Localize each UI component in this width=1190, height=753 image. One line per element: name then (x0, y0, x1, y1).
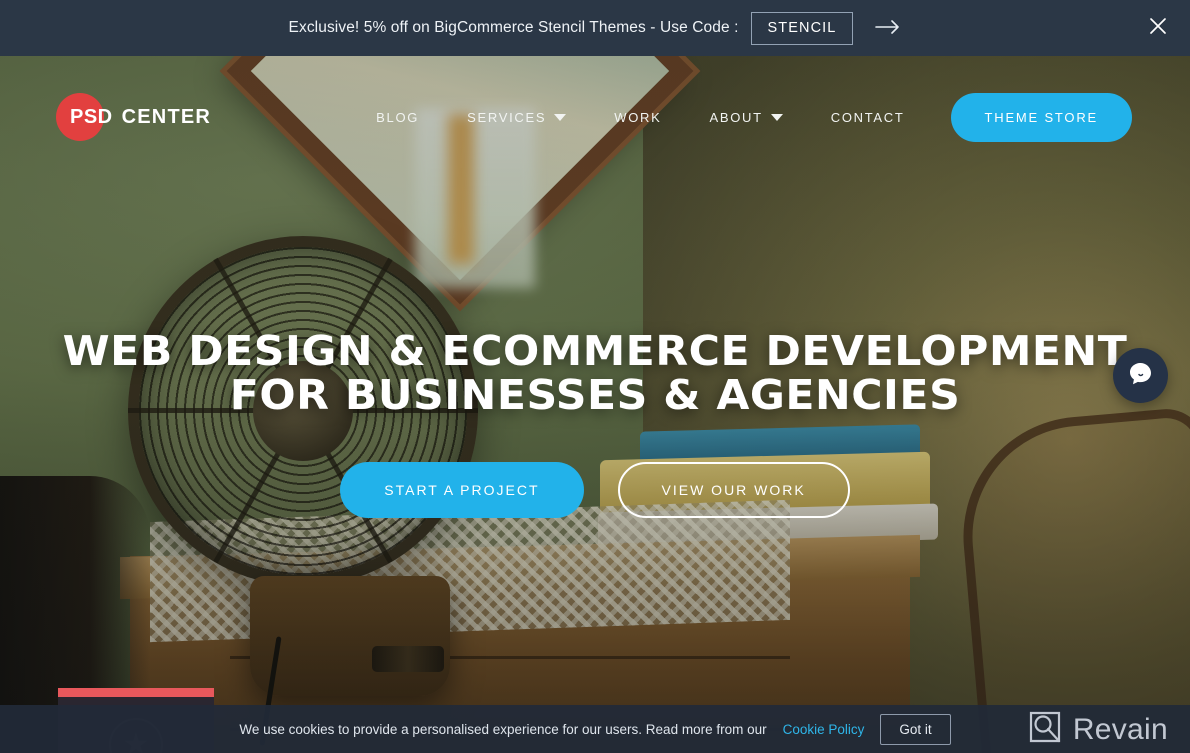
logo-mark-text: PSD (70, 105, 113, 128)
revain-wordmark: Revain (1072, 712, 1168, 746)
promo-code-badge[interactable]: STENCIL (750, 11, 854, 45)
promo-banner: Exclusive! 5% off on BigCommerce Stencil… (0, 0, 1190, 56)
nav-item-label: ABOUT (709, 109, 763, 125)
arrow-right-icon[interactable] (875, 18, 901, 39)
chat-bubble-icon (1127, 360, 1154, 392)
close-icon[interactable] (1148, 16, 1168, 40)
hero-content: WEB DESIGN & ECOMMERCE DEVELOPMENT FOR B… (0, 327, 1190, 518)
cookie-policy-link[interactable]: Cookie Policy (783, 722, 865, 737)
theme-store-button[interactable]: THEME STORE (950, 92, 1132, 142)
nav-item-services[interactable]: SERVICES (443, 110, 590, 125)
site-header: PSD CENTER BLOG SERVICES WORK ABOUT CONT… (0, 56, 1190, 178)
main-navigation: BLOG SERVICES WORK ABOUT CONTACT THEME S… (352, 92, 1132, 142)
cookie-message: We use cookies to provide a personalised… (239, 721, 767, 737)
view-our-work-button[interactable]: VIEW OUR WORK (617, 461, 850, 518)
nav-item-label: CONTACT (830, 109, 905, 125)
revain-watermark: Revain (1028, 710, 1168, 749)
nav-item-work[interactable]: WORK (590, 110, 685, 125)
revain-logo-icon (1028, 710, 1062, 749)
site-logo[interactable]: PSD CENTER (56, 93, 212, 141)
cookie-consent-bar: We use cookies to provide a personalised… (0, 705, 1190, 753)
hero-title-line-2: FOR BUSINESSES & AGENCIES (229, 370, 961, 419)
cookie-accept-button[interactable]: Got it (880, 713, 951, 745)
promo-message: Exclusive! 5% off on BigCommerce Stencil… (288, 19, 739, 36)
nav-item-label: WORK (614, 109, 662, 125)
review-card-accent-bar (58, 688, 214, 697)
chevron-down-icon (770, 113, 783, 121)
chat-widget-button[interactable] (1113, 348, 1168, 403)
hero-cta-group: START A PROJECT VIEW OUR WORK (0, 461, 1190, 518)
nav-item-label: SERVICES (467, 109, 547, 125)
nav-item-contact[interactable]: CONTACT (807, 110, 929, 125)
hero-title-line-1: WEB DESIGN & ECOMMERCE DEVELOPMENT (62, 327, 1128, 375)
logo-word-text: CENTER (121, 105, 212, 128)
nav-item-blog[interactable]: BLOG (352, 110, 443, 125)
promo-banner-content: Exclusive! 5% off on BigCommerce Stencil… (288, 11, 902, 45)
hero-title: WEB DESIGN & ECOMMERCE DEVELOPMENT FOR B… (0, 327, 1190, 419)
nav-item-label: BLOG (376, 109, 420, 125)
start-a-project-button[interactable]: START A PROJECT (340, 461, 584, 518)
nav-item-about[interactable]: ABOUT (685, 110, 806, 125)
chevron-down-icon (554, 113, 567, 121)
